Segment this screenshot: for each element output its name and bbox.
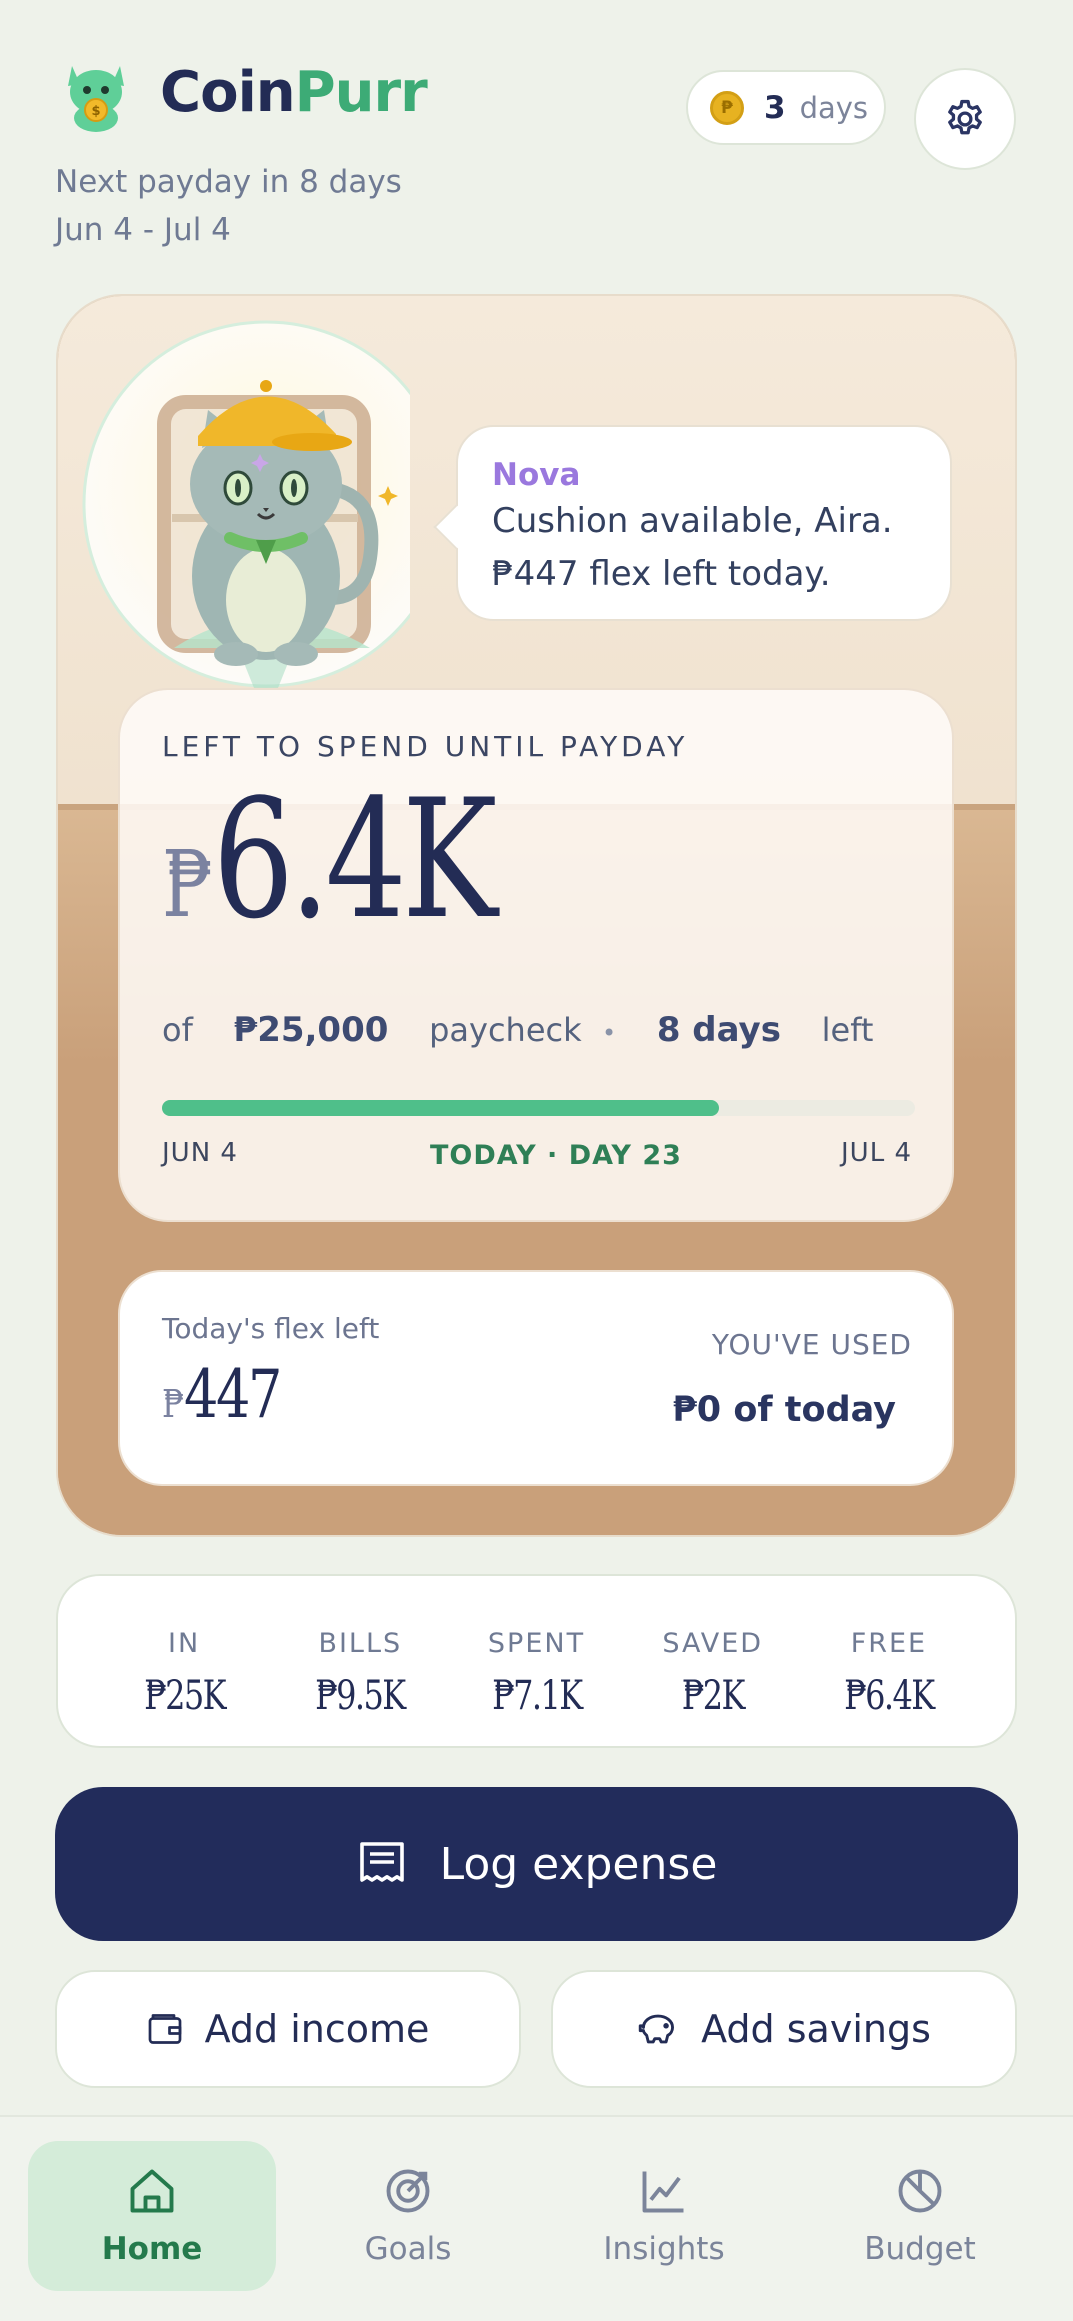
mascot-message-line-1: Cushion available, Aira.: [492, 501, 893, 541]
budget-breakdown[interactable]: IN ₱25K BILLS ₱9.5K SPENT ₱7.1K SAVED ₱2…: [56, 1574, 1017, 1748]
used-label: YOU'VE USED: [711, 1328, 912, 1361]
days-left: 8 days: [656, 1010, 781, 1050]
add-savings-label: Add savings: [701, 2007, 931, 2051]
stat-label: SPENT: [487, 1628, 586, 1659]
log-expense-label: Log expense: [439, 1838, 718, 1890]
used-value: ₱0 of today: [672, 1390, 896, 1430]
add-savings-button[interactable]: Add savings: [551, 1970, 1017, 2088]
streak-badge[interactable]: ₱ 3 days: [686, 70, 886, 145]
add-income-label: Add income: [204, 2007, 430, 2051]
stat-free: FREE ₱6.4K: [801, 1576, 977, 1746]
paycheck-summary: of ₱25,000 paycheck • 8 days left: [162, 1010, 873, 1050]
coin-icon: ₱: [710, 90, 744, 125]
period-end-label: JUL 4: [841, 1138, 912, 1168]
currency-symbol: ₱: [162, 831, 213, 938]
app-logo-icon: $: [62, 58, 130, 132]
gear-icon: [943, 97, 987, 141]
separator-dot: •: [601, 1019, 617, 1047]
left-to-spend-title: LEFT TO SPEND UNTIL PAYDAY: [162, 730, 689, 763]
left-to-spend-card: LEFT TO SPEND UNTIL PAYDAY ₱6.4K of ₱25,…: [118, 688, 954, 1222]
stat-label: IN: [168, 1628, 201, 1659]
currency-symbol: ₱: [162, 1382, 185, 1426]
svg-text:$: $: [91, 104, 100, 119]
of-label: of: [162, 1011, 193, 1049]
left-to-spend-amount: ₱6.4K: [162, 778, 498, 942]
home-icon: [126, 2165, 178, 2217]
stat-value: ₱25K: [143, 1673, 226, 1719]
pay-period-range: Jun 4 - Jul 4: [55, 212, 231, 248]
settings-button[interactable]: [914, 68, 1016, 170]
stat-in: IN ₱25K: [96, 1576, 272, 1746]
payday-countdown: Next payday in 8 days: [55, 164, 402, 200]
amount-value: 6.4K: [212, 764, 498, 955]
receipt-icon: [356, 1840, 408, 1888]
flex-amount-value: 447: [184, 1356, 282, 1433]
target-icon: [382, 2165, 434, 2217]
nav-goals-label: Goals: [364, 2231, 452, 2267]
pay-period-progress-fill: [162, 1100, 720, 1116]
flex-amount: ₱447: [162, 1356, 282, 1433]
bottom-navigation: Home Goals Insights Budget: [0, 2115, 1073, 2321]
nav-insights[interactable]: Insights: [540, 2141, 788, 2291]
stat-label: FREE: [850, 1628, 928, 1659]
nav-insights-label: Insights: [603, 2231, 725, 2267]
left-label: left: [821, 1011, 874, 1049]
paycheck-label: paycheck: [429, 1011, 582, 1049]
app-brand: CoinPurr: [160, 60, 428, 125]
today-label: TODAY · DAY 23: [430, 1140, 682, 1171]
pie-icon: [894, 2165, 946, 2217]
stat-value: ₱2K: [681, 1673, 746, 1719]
stat-bills: BILLS ₱9.5K: [272, 1576, 448, 1746]
piggy-bank-icon: [637, 2011, 679, 2047]
stat-label: BILLS: [318, 1628, 403, 1659]
mascot-message-line-2: ₱447 flex left today.: [492, 554, 831, 594]
daily-flex-card[interactable]: Today's flex left ₱447 YOU'VE USED ₱0 of…: [118, 1270, 954, 1486]
nav-home[interactable]: Home: [28, 2141, 276, 2291]
mascot-cat-illustration[interactable]: [80, 318, 450, 718]
stat-value: ₱6.4K: [844, 1673, 935, 1719]
stat-value: ₱9.5K: [315, 1673, 407, 1719]
stat-label: SAVED: [662, 1628, 764, 1659]
mascot-name: Nova: [492, 457, 581, 493]
log-expense-button[interactable]: Log expense: [55, 1787, 1018, 1941]
add-income-button[interactable]: Add income: [55, 1970, 521, 2088]
nav-goals[interactable]: Goals: [284, 2141, 532, 2291]
period-start-label: JUN 4: [162, 1138, 238, 1168]
wallet-icon: [147, 2012, 183, 2046]
stat-spent: SPENT ₱7.1K: [448, 1576, 624, 1746]
nav-budget[interactable]: Budget: [796, 2141, 1044, 2291]
stat-value: ₱7.1K: [491, 1673, 583, 1719]
streak-label: days: [799, 90, 869, 125]
paycheck-amount: ₱25,000: [233, 1010, 389, 1050]
chart-icon: [638, 2165, 690, 2217]
mascot-speech-bubble: Nova Cushion available, Aira. ₱447 flex …: [456, 425, 952, 621]
flex-label: Today's flex left: [162, 1312, 380, 1345]
nav-home-label: Home: [101, 2231, 203, 2267]
nav-budget-label: Budget: [864, 2231, 976, 2267]
stat-saved: SAVED ₱2K: [625, 1576, 801, 1746]
pay-period-progress: [162, 1100, 915, 1116]
streak-count: 3: [764, 89, 786, 126]
